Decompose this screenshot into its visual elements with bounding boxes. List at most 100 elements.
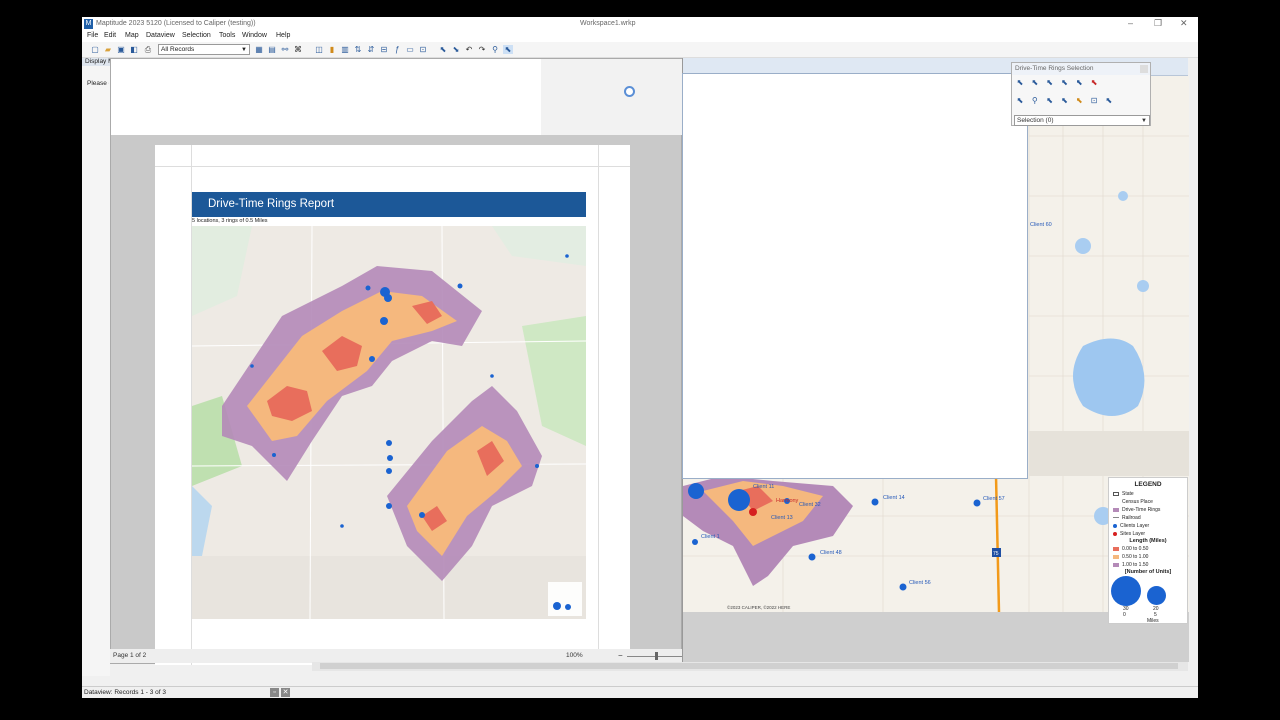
blank-map-window [682,73,1028,479]
drive-time-tool-icon[interactable]: ⬉ [503,45,513,54]
map-label-client-60: Client 60 [1030,222,1052,228]
layers-icon[interactable]: ◫ [314,45,324,54]
menu-bar: File Edit Map Dataview Selection Tools W… [82,31,1198,42]
toolbox-row-2: ⬉ ⚲ ⬉ ⬉ ⬉ ⊡ ⬉ [1015,96,1117,108]
highlight-icon[interactable]: ⬉ [1074,96,1084,106]
map-label-client-1: Client 1 [701,534,720,540]
report-title: Drive-Time Rings Report [192,192,586,217]
select-tool-icon[interactable]: ⬉ [438,45,448,54]
save-icon[interactable]: ▣ [116,45,126,54]
dataview-close-button[interactable]: ✕ [281,688,290,697]
record-filter-value: All Records [161,46,195,53]
report-map-image [192,226,586,619]
drive-time-selection-toolbox: Drive-Time Rings Selection ⬉ ⬉ ⬉ ⬉ ⬉ ⬉ ⬉… [1011,62,1151,126]
app-icon: M [84,19,93,29]
report-page: Drive-Time Rings Report 5 locations, 3 r… [155,145,630,665]
export-icon[interactable]: ⊡ [418,45,428,54]
chevron-down-icon: ▼ [1141,118,1147,124]
zoom-slider-thumb[interactable] [655,652,658,660]
legend-item-census-place: Census Place [1113,499,1153,505]
map-label-client-32: Client 32 [799,502,821,508]
legend-item-clients-layer: Clients Layer [1113,523,1149,529]
page-margin-guide [155,166,630,167]
scrollbar-thumb[interactable] [320,663,1178,669]
print-icon[interactable]: ⎙ [143,45,153,54]
select-shape-icon[interactable]: ⬉ [1059,78,1069,88]
select-circle-icon[interactable]: ⬉ [1030,78,1040,88]
close-icon[interactable] [1140,65,1148,73]
link-icon[interactable]: ⚯ [280,45,290,54]
clear-selection-icon[interactable]: ⬉ [1089,78,1099,88]
sort-desc-icon[interactable]: ⇵ [366,45,376,54]
menu-dataview[interactable]: Dataview [146,32,175,39]
workspace-name: Workspace1.wrkp [580,20,636,27]
sort-icon[interactable]: ⇅ [353,45,363,54]
new-icon[interactable]: ▢ [90,45,100,54]
title-bar: M Maptitude 2023 5120 (Licensed to Calip… [82,17,1198,31]
settings-icon[interactable]: ⬉ [1104,96,1114,106]
binoculars-icon[interactable]: ⌘ [293,45,303,54]
zoom-out-icon[interactable]: − [618,651,623,660]
toolbox-title: Drive-Time Rings Selection [1012,63,1150,75]
menu-tools[interactable]: Tools [219,32,235,39]
select-line-icon[interactable]: ⬉ [1074,78,1084,88]
window-title: Maptitude 2023 5120 (Licensed to Caliper… [96,20,256,27]
copy-selection-icon[interactable]: ⬉ [1059,96,1069,106]
legend-length-title: Length (Miles) [1129,538,1167,544]
loading-spinner-icon [624,86,635,97]
filter-icon[interactable]: ⊡ [1089,96,1099,106]
dataview-restore-button[interactable]: ▫ [270,688,279,697]
close-button[interactable]: ✕ [1180,18,1188,29]
selection-set-dropdown[interactable]: Selection (0) ▼ [1014,115,1150,126]
select-pointer-icon[interactable]: ⬉ [1015,78,1025,88]
map-label-client-13: Client 13 [771,515,793,521]
chevron-down-icon: ▼ [241,47,247,53]
record-filter-select[interactable]: All Records ▼ [158,44,250,55]
pin-icon[interactable]: ⚲ [490,45,500,54]
legend-length-2: 0.50 to 1.00 [1113,554,1148,560]
legend-units-title: [Number of Units] [1124,569,1172,575]
menu-map[interactable]: Map [125,32,139,39]
fields-icon[interactable]: ▥ [340,45,350,54]
redo-icon[interactable]: ↷ [477,45,487,54]
legend-length-1: 0.00 to 0.50 [1113,546,1148,552]
zoom-level: 100% [566,652,583,659]
dataview-icon[interactable]: ▦ [254,45,264,54]
zoom-selection-icon[interactable]: ⚲ [1030,96,1040,106]
map-label-client-11: Client 11 [753,484,774,490]
save-as-icon[interactable]: ◧ [129,45,139,54]
menu-edit[interactable]: Edit [104,32,116,39]
map-label-harmony: Harmony [776,498,799,504]
map-copyright: ©2023 CALIPER, ©2022 HERE [727,604,790,610]
report-subtitle: 5 locations, 3 rings of 0.5 Miles [192,218,268,224]
menu-window[interactable]: Window [242,32,267,39]
open-map-message: Please open a map [87,80,109,87]
toolbar: ▢ ▰ ▣ ◧ ⎙ All Records ▼ ▦ ▤ ⚯ ⌘ ◫ ▮ ▥ ⇅ … [82,42,1198,58]
minimize-button[interactable]: – [1128,18,1133,28]
selection-set-value: Selection (0) [1017,117,1054,124]
display-manager-panel: Display Manager Please open a map [82,58,110,676]
legend-scale-units: Miles [1147,618,1159,624]
maximize-button[interactable]: ❐ [1154,18,1162,29]
lock-icon[interactable]: ▮ [327,45,337,54]
formula-icon[interactable]: ƒ [392,45,402,54]
menu-help[interactable]: Help [276,32,290,39]
legend-item-state: State [1113,491,1134,497]
table-icon[interactable]: ▭ [405,45,415,54]
info-icon[interactable]: ⬉ [1045,96,1055,106]
undo-icon[interactable]: ↶ [464,45,474,54]
report-preview-window: Drive-Time Rings Report 5 locations, 3 r… [110,58,709,679]
legend-length-3: 1.00 to 1.50 [1113,562,1148,568]
select-polygon-icon[interactable]: ⬉ [1045,78,1055,88]
select-area-icon[interactable]: ⬉ [1015,96,1025,106]
map-layout-icon[interactable]: ▤ [267,45,277,54]
menu-selection[interactable]: Selection [182,32,211,39]
legend-item-sites-layer: Sites Layer [1113,531,1145,537]
menu-file[interactable]: File [87,32,98,39]
map-horizontal-scrollbar[interactable] [312,662,1188,671]
filter-icon[interactable]: ⊟ [379,45,389,54]
open-icon[interactable]: ▰ [103,45,113,54]
select-area-icon[interactable]: ⬊ [451,45,461,54]
highway-shield-label: 75 [993,551,999,557]
legend-circle-large [1111,576,1141,606]
